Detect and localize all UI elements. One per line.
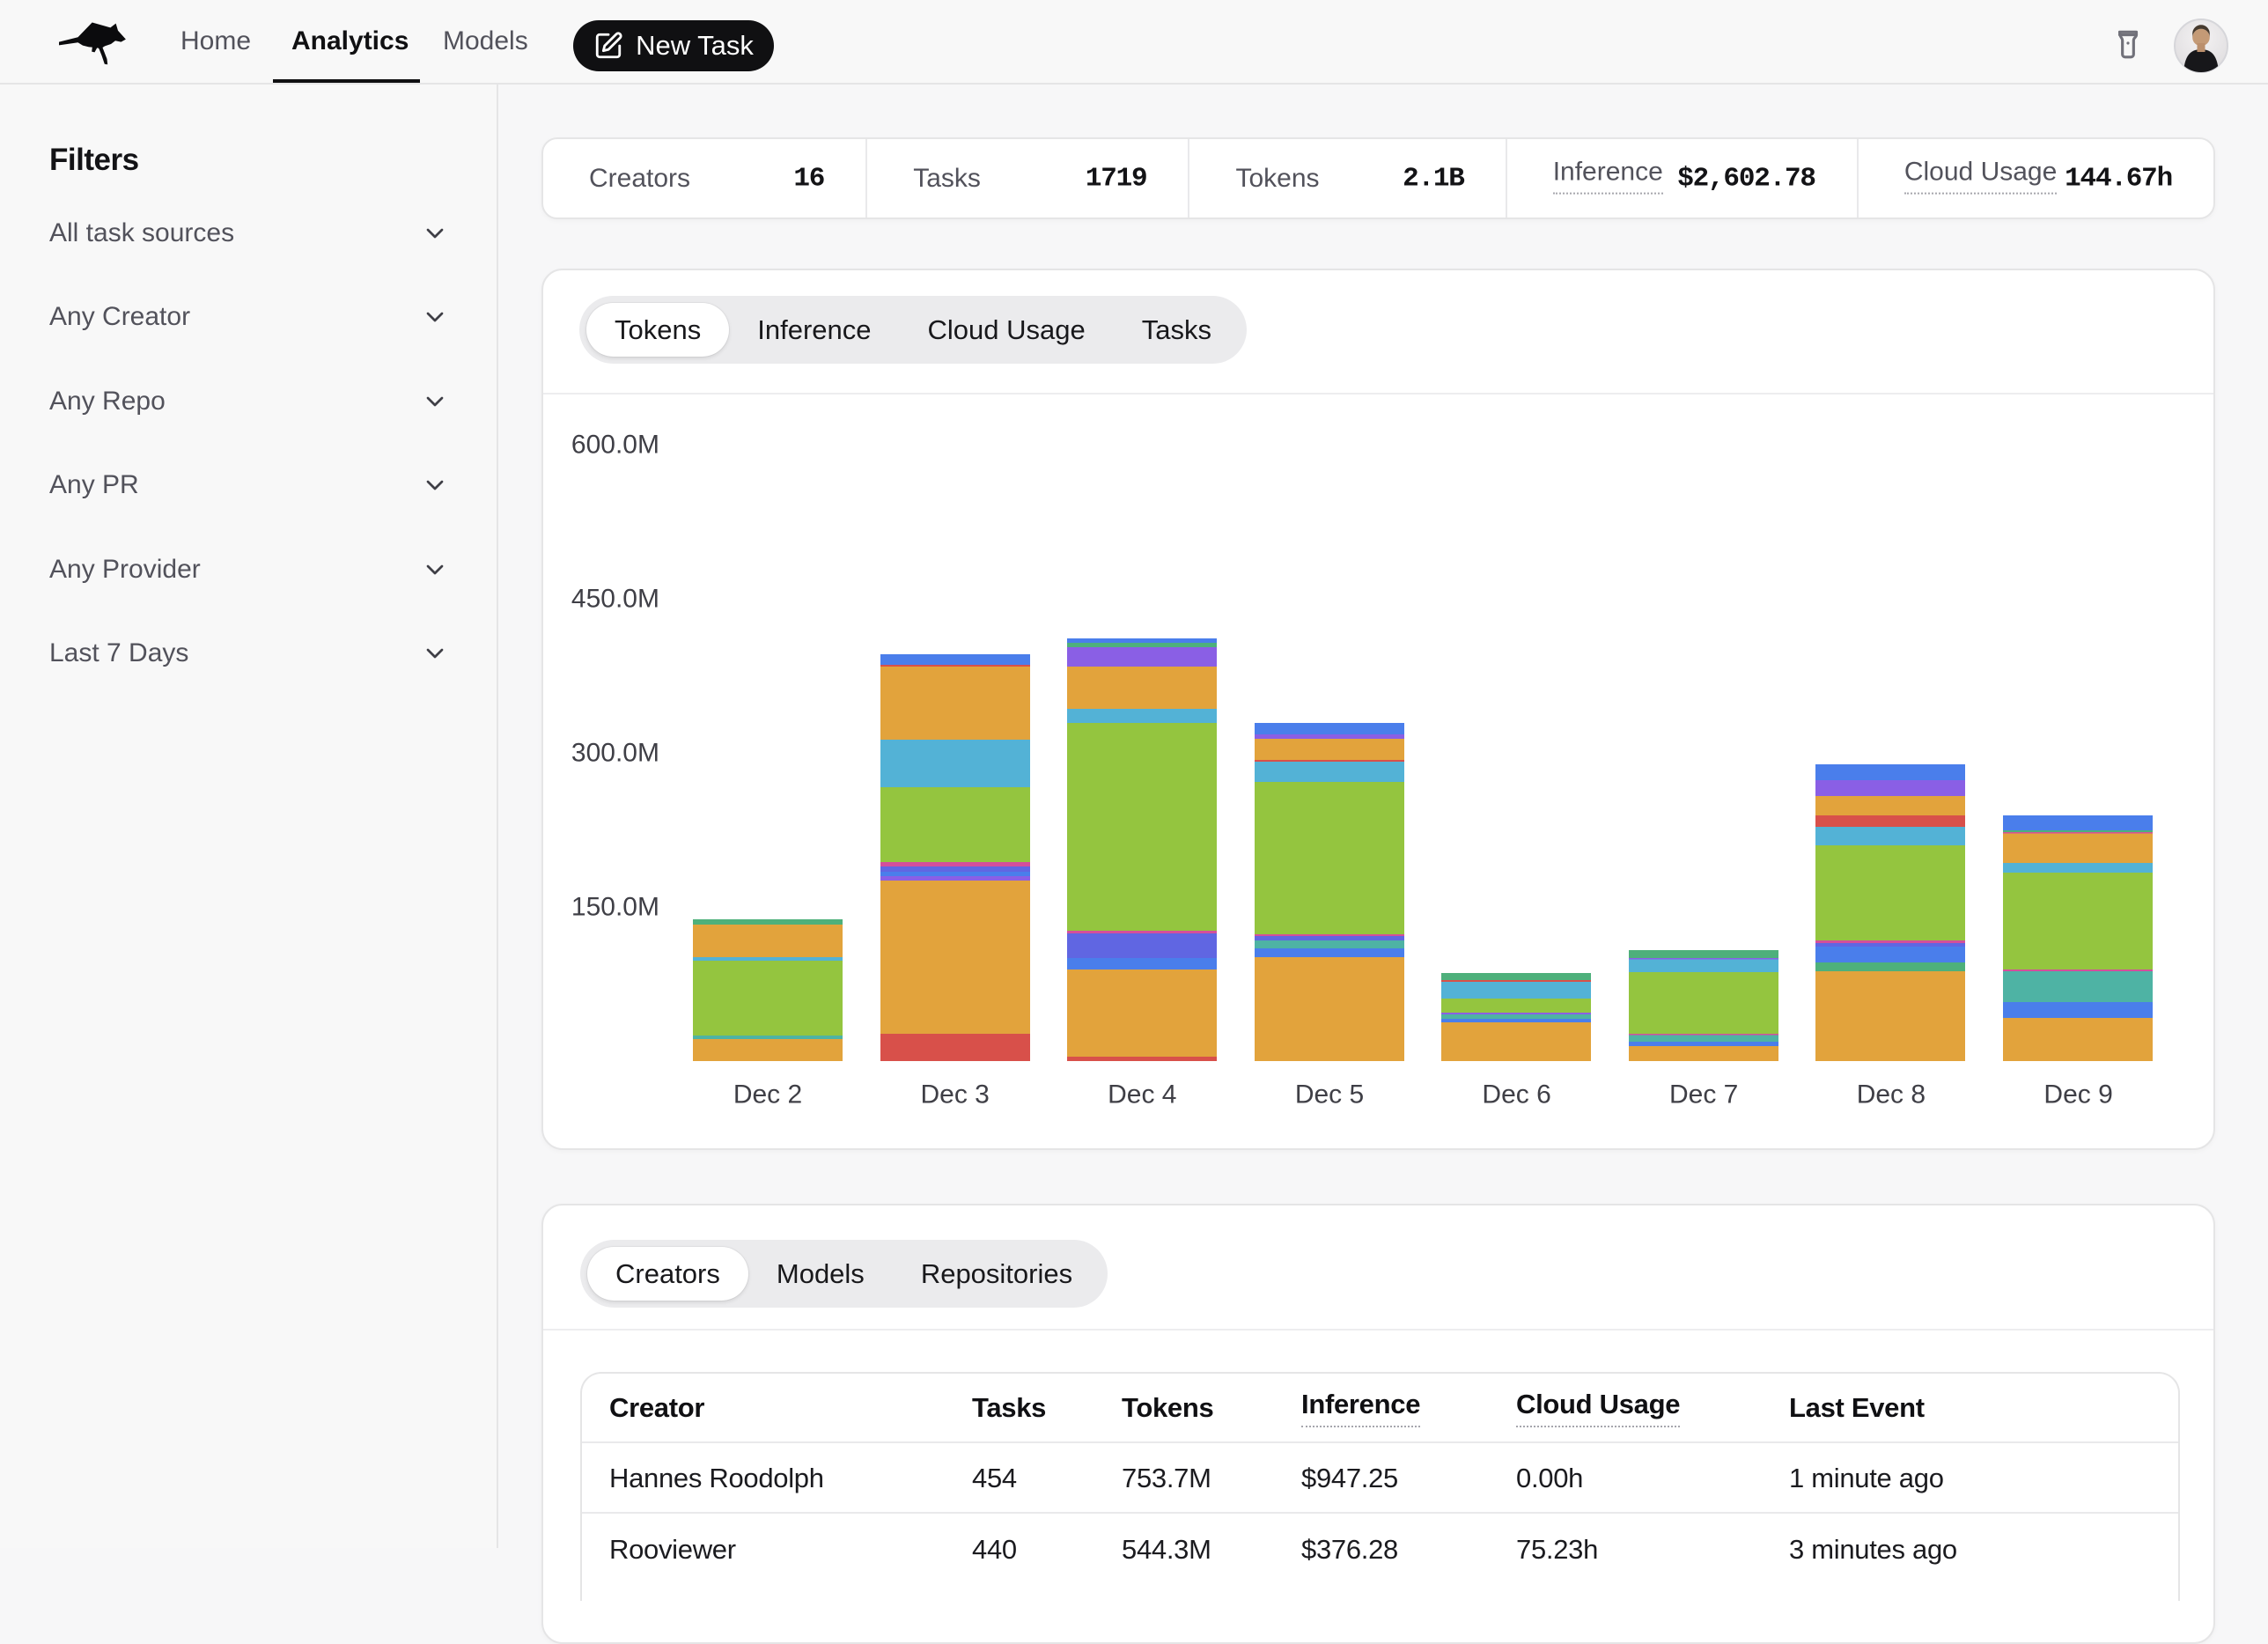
svg-text:450.0M: 450.0M <box>571 585 659 614</box>
svg-text:Dec 6: Dec 6 <box>1482 1080 1550 1110</box>
svg-text:Dec 2: Dec 2 <box>733 1080 802 1110</box>
svg-text:Dec 9: Dec 9 <box>2043 1080 2112 1110</box>
svg-text:Dec 3: Dec 3 <box>921 1080 990 1110</box>
svg-text:Dec 7: Dec 7 <box>1669 1080 1738 1110</box>
svg-text:Dec 8: Dec 8 <box>1857 1080 1926 1110</box>
svg-text:Dec 4: Dec 4 <box>1108 1080 1176 1110</box>
svg-text:600.0M: 600.0M <box>571 431 659 460</box>
svg-text:150.0M: 150.0M <box>571 893 659 922</box>
svg-text:300.0M: 300.0M <box>571 739 659 768</box>
svg-text:Dec 5: Dec 5 <box>1295 1080 1364 1110</box>
